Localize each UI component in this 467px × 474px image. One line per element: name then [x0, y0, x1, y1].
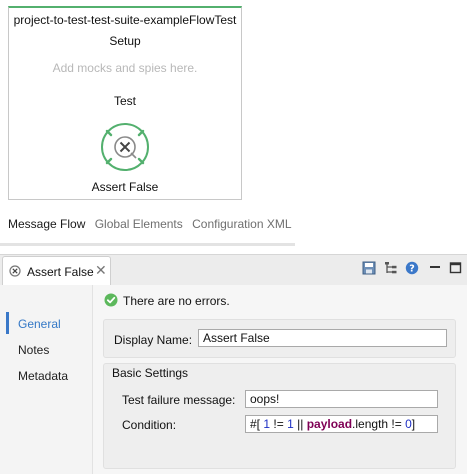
help-icon[interactable]: ? [405, 261, 419, 275]
editor-tab-bar: Message Flow Global Elements Configurati… [8, 217, 298, 231]
check-icon [104, 293, 118, 307]
validation-status: There are no errors. [123, 294, 230, 308]
nav-item-general[interactable]: General [18, 317, 61, 331]
setup-section-label: Setup [109, 34, 141, 48]
condition-input[interactable]: #[ 1 != 1 || payload.length != 0] [245, 415, 438, 433]
svg-text:?: ? [409, 264, 415, 275]
tab-global-elements[interactable]: Global Elements [95, 217, 183, 231]
save-icon[interactable] [362, 261, 376, 275]
nav-selection-indicator [6, 312, 9, 334]
test-section-label: Test [113, 94, 136, 108]
expr-operator: != [391, 417, 402, 431]
condition-label: Condition: [122, 418, 177, 432]
expr-close: ] [411, 417, 416, 431]
properties-tab[interactable]: Assert False ✕ [2, 256, 111, 286]
expr-keyword: payload [306, 417, 353, 431]
expr-number: 0 [405, 417, 412, 431]
maximize-icon[interactable] [449, 261, 463, 275]
close-icon[interactable]: ✕ [95, 262, 107, 279]
expr-operator: != [273, 417, 284, 431]
expr-operator: || [297, 417, 304, 431]
assert-false-processor[interactable] [100, 122, 150, 172]
expr-number: 1 [287, 417, 294, 431]
failure-message-input[interactable]: oops! [245, 390, 438, 408]
failure-message-label: Test failure message: [122, 393, 236, 407]
expr-member: .length [352, 417, 389, 431]
flow-container[interactable]: project-to-test-test-suite-exampleFlowTe… [8, 6, 242, 200]
tree-icon[interactable] [384, 261, 398, 275]
properties-tab-title: Assert False [27, 265, 94, 279]
minimize-icon[interactable] [428, 261, 442, 275]
tab-divider [0, 243, 295, 246]
processor-label: Assert False [91, 180, 159, 194]
tab-configuration-xml[interactable]: Configuration XML [192, 217, 291, 231]
expr-number: 1 [263, 417, 271, 431]
display-name-input[interactable]: Assert False [198, 329, 447, 347]
setup-placeholder: Add mocks and spies here. [52, 61, 198, 75]
flow-name: project-to-test-test-suite-exampleFlowTe… [13, 13, 237, 27]
assert-icon [101, 123, 149, 171]
nav-item-notes[interactable]: Notes [18, 343, 49, 357]
assert-icon [9, 265, 21, 277]
basic-settings-title: Basic Settings [112, 366, 189, 380]
display-name-label: Display Name: [114, 333, 193, 347]
nav-item-metadata[interactable]: Metadata [18, 369, 68, 383]
expr-open: #[ [250, 417, 261, 431]
tab-message-flow[interactable]: Message Flow [8, 217, 85, 231]
